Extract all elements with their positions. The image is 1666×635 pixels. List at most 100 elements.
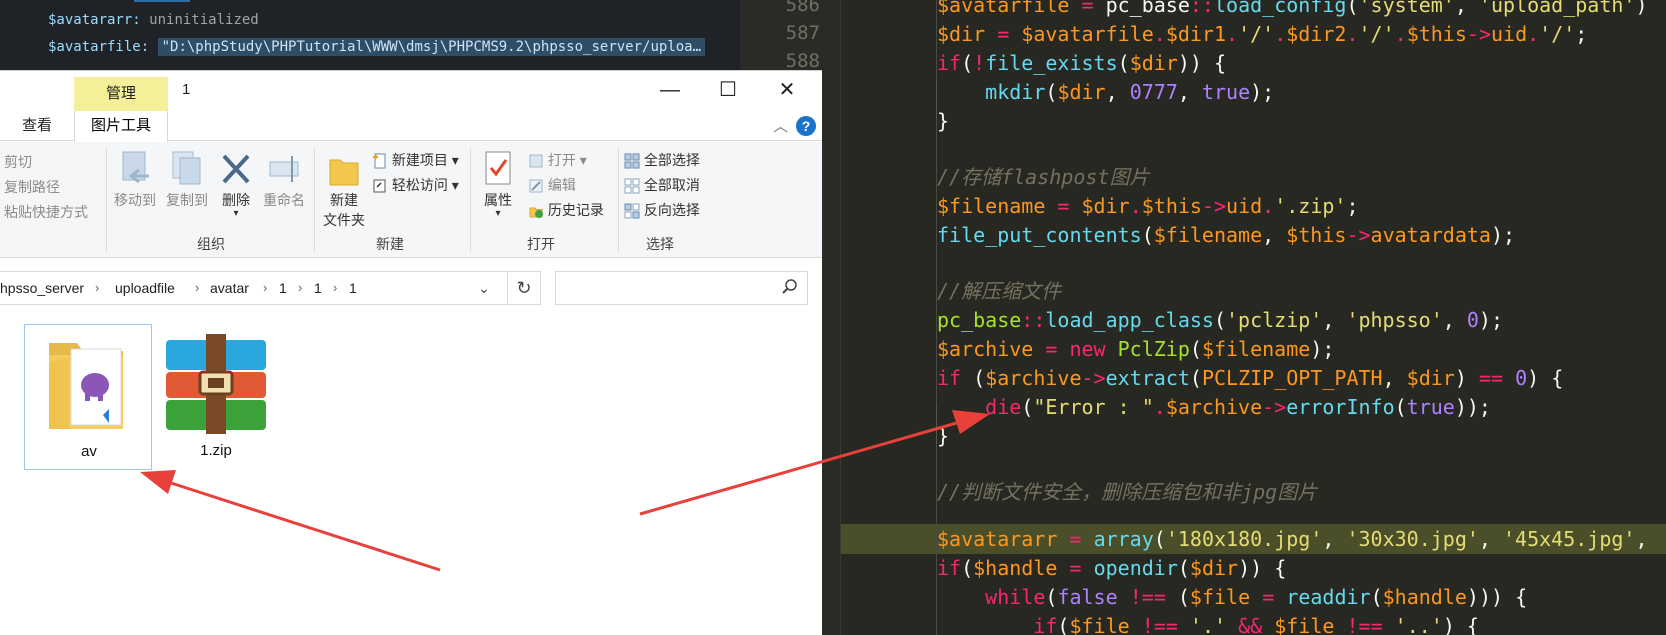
code-editor[interactable]: $avatarfile = pc_base::load_config('syst…: [841, 0, 1666, 635]
chevron-down-icon: ▾: [447, 152, 459, 168]
debugger-highlight-tag: [134, 0, 190, 2]
tab-picture-tools[interactable]: 图片工具: [74, 111, 168, 142]
edit-icon: [529, 179, 543, 193]
edit-button[interactable]: 编辑: [528, 174, 576, 196]
file-item-av[interactable]: av: [24, 324, 152, 470]
move-to-label: 移动到: [114, 192, 156, 208]
code-line: }: [937, 424, 950, 448]
variable-name: $avatararr:: [48, 12, 141, 28]
variable-value: "D:\phpStudy\PHPTutorial\WWW\dmsj\PHPCMS…: [157, 38, 706, 56]
refresh-button[interactable]: ↻: [507, 271, 541, 305]
copy-path-button[interactable]: 复制路径: [4, 176, 60, 198]
code-line: if(!file_exists($dir)) {: [937, 51, 1227, 75]
folder-icon: [49, 343, 123, 429]
move-to-button[interactable]: 移动到: [110, 150, 160, 210]
address-bar[interactable]: hpsso_server › uploadfile › avatar › 1 ›…: [0, 271, 540, 305]
file-item-1-zip[interactable]: 1.zip: [152, 324, 280, 470]
code-line: }: [937, 109, 950, 133]
new-item-button[interactable]: 新建项目 ▾: [372, 149, 459, 171]
select-none-button[interactable]: 全部取消: [624, 174, 700, 196]
tab-view[interactable]: 查看: [22, 111, 52, 141]
line-number: 587: [785, 22, 820, 44]
winrar-archive-icon: [166, 334, 266, 434]
breadcrumb-item[interactable]: 1: [314, 272, 322, 304]
search-input[interactable]: [555, 271, 808, 305]
open-icon: [529, 154, 543, 168]
window-title: 1: [182, 81, 191, 98]
code-line: while(false !== ($file = readdir($handle…: [985, 585, 1528, 609]
breadcrumb-separator[interactable]: ›: [333, 272, 337, 304]
easy-access-label: 轻松访问: [391, 177, 448, 193]
delete-icon: [222, 154, 250, 184]
copy-to-button[interactable]: 复制到: [162, 150, 212, 210]
tab-manage[interactable]: 管理: [74, 77, 168, 111]
ribbon-toolbar: 剪切 复制路径 粘贴快捷方式 移动到 复制到 删除 ▾ 重命名 组织 新建 文件…: [0, 142, 822, 258]
code-line: mkdir($dir, 0777, true);: [985, 80, 1275, 104]
code-line: $dir = $avatarfile.$dir1.'/'.$dir2.'/'.$…: [937, 22, 1588, 46]
title-bar[interactable]: 管理 1 — ☐ ✕: [0, 71, 822, 111]
select-all-label: 全部选择: [643, 152, 700, 168]
cut-button[interactable]: 剪切: [4, 151, 32, 173]
group-divider: [470, 148, 471, 252]
select-all-icon: [624, 153, 640, 169]
minimize-button[interactable]: —: [647, 75, 693, 105]
breadcrumb-item[interactable]: avatar: [210, 272, 249, 304]
refresh-icon: ↻: [516, 278, 532, 298]
group-divider: [314, 148, 315, 252]
breadcrumb-item[interactable]: 1: [349, 272, 357, 304]
new-folder-button[interactable]: 新建 文件夹: [318, 150, 370, 230]
group-label-open: 打开: [527, 236, 555, 252]
history-button[interactable]: 历史记录: [528, 199, 604, 221]
breadcrumb-item[interactable]: 1: [279, 272, 287, 304]
breadcrumb-item[interactable]: hpsso_server: [0, 272, 84, 304]
code-line: if($file !== '.' && $file !== '..') {: [1033, 614, 1479, 635]
delete-label: 删除: [222, 192, 250, 208]
delete-button[interactable]: 删除 ▾: [216, 150, 256, 219]
chevron-down-icon: ▾: [233, 208, 239, 219]
invert-selection-button[interactable]: 反向选择: [624, 199, 700, 221]
code-line: if ($archive->extract(PCLZIP_OPT_PATH, $…: [937, 366, 1564, 390]
code-line: file_put_contents($filename, $this->avat…: [937, 223, 1516, 247]
properties-icon: [485, 151, 511, 185]
code-line: $avatarfile = pc_base::load_config('syst…: [937, 0, 1648, 17]
open-label: 打开: [547, 152, 576, 168]
breadcrumb-separator[interactable]: ›: [195, 272, 199, 304]
help-icon[interactable]: ?: [796, 116, 816, 136]
edit-label: 编辑: [547, 177, 576, 193]
invert-selection-label: 反向选择: [643, 202, 700, 218]
breadcrumb-item[interactable]: uploadfile: [115, 272, 175, 304]
copy-to-label: 复制到: [166, 192, 208, 208]
ribbon-tabs: 查看 图片工具 ︿ ?: [0, 111, 822, 142]
rename-label: 重命名: [263, 192, 305, 208]
group-divider: [106, 148, 107, 252]
breadcrumb-separator[interactable]: ›: [95, 272, 99, 304]
file-name: 1.zip: [200, 442, 232, 459]
file-list-area[interactable]: av 1.zip: [0, 316, 822, 635]
select-all-button[interactable]: 全部选择: [624, 149, 700, 171]
select-none-label: 全部取消: [643, 177, 700, 193]
group-label-new: 新建: [376, 236, 404, 252]
open-button[interactable]: 打开 ▾: [528, 149, 587, 171]
debug-variable-avatararr[interactable]: $avatararr: uninitialized: [48, 9, 259, 31]
chevron-down-icon[interactable]: ⌄: [478, 272, 490, 304]
history-label: 历史记录: [547, 202, 604, 218]
code-comment: //存储flashpost图片: [937, 165, 1150, 189]
code-comment: //判断文件安全，删除压缩包和非jpg图片: [937, 480, 1318, 504]
paste-shortcut-button[interactable]: 粘贴快捷方式: [4, 201, 88, 223]
chevron-up-icon[interactable]: ︿: [773, 115, 788, 136]
chevron-down-icon: ▾: [575, 152, 587, 168]
breadcrumb-separator[interactable]: ›: [263, 272, 267, 304]
debug-variable-avatarfile[interactable]: $avatarfile: "D:\phpStudy\PHPTutorial\WW…: [48, 36, 706, 58]
close-button[interactable]: ✕: [764, 75, 810, 105]
code-line: die("Error : ".$archive->errorInfo(true)…: [985, 395, 1491, 419]
debugger-variables-pane: $avatararr: uninitialized $avatarfile: "…: [0, 0, 740, 70]
properties-button[interactable]: 属性 ▾: [476, 150, 520, 219]
code-line: $avatararr = array('180x180.jpg', '30x30…: [937, 527, 1648, 551]
breadcrumb-separator[interactable]: ›: [298, 272, 302, 304]
rename-button[interactable]: 重命名: [258, 150, 310, 210]
new-folder-icon: [329, 159, 359, 186]
new-folder-label-line1: 新建: [330, 192, 358, 208]
invert-selection-icon: [624, 203, 640, 219]
easy-access-button[interactable]: 轻松访问 ▾: [372, 174, 459, 196]
maximize-button[interactable]: ☐: [705, 75, 751, 105]
